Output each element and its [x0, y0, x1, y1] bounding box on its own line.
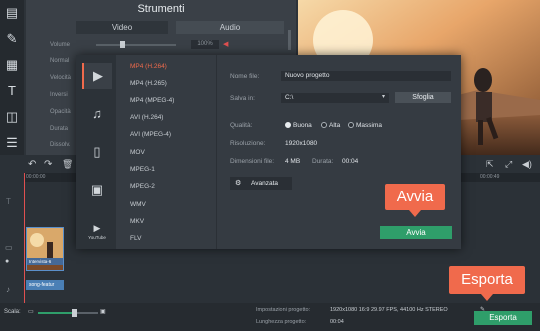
ruler-start-time: 00:00:00	[26, 174, 46, 180]
advanced-button[interactable]: ⚙ Avanzata	[230, 177, 292, 190]
zoom-in-icon[interactable]: ▣	[100, 308, 106, 315]
scale-label: Scala:	[4, 309, 21, 315]
format-item[interactable]: AVI (MPEG-4)	[130, 131, 171, 138]
tab-audio[interactable]: Audio	[176, 21, 284, 34]
scale-slider-thumb[interactable]	[72, 309, 77, 317]
export-settings: Nome file: Nuovo progetto Salva in: C:\ …	[216, 55, 461, 249]
track-text-icon: T	[6, 197, 11, 206]
track-visibility-icon[interactable]: ●	[5, 258, 9, 265]
format-list: MP4 (H.264) MP4 (H.265) MP4 (MPEG-4) AVI…	[120, 55, 208, 249]
resolution-label: Risoluzione:	[230, 140, 266, 147]
export-button[interactable]: Esporta	[474, 311, 532, 325]
chevron-down-icon[interactable]: ▾	[382, 93, 385, 100]
scale-slider-fill	[38, 312, 74, 314]
quality-radio-high[interactable]	[321, 122, 327, 128]
clip-label: Intervista-6	[27, 258, 63, 265]
volume-slider-thumb[interactable]	[120, 41, 125, 48]
import-icon[interactable]: ▤	[3, 4, 21, 22]
file-name-field[interactable]: Nuovo progetto	[281, 71, 451, 81]
tools-title: Strumenti	[137, 3, 185, 15]
format-item[interactable]: MPEG-2	[130, 183, 155, 190]
zoom-out-icon[interactable]: ▭	[28, 308, 34, 315]
playhead[interactable]	[24, 173, 25, 303]
quality-option-max: Massima	[356, 122, 383, 129]
titles-icon[interactable]: T	[3, 82, 21, 100]
transitions-icon[interactable]: ◫	[3, 108, 21, 126]
format-item[interactable]: MP4 (MPEG-4)	[130, 97, 174, 104]
video-editor-window: ▤ ✎ ▦ T ◫ ☰ Strumenti Video Audio Volume…	[0, 0, 540, 331]
redo-icon[interactable]: ↷	[44, 159, 52, 170]
volume-percent[interactable]: 100%	[191, 40, 219, 49]
youtube-label: YouTube	[88, 235, 106, 240]
volume-icon[interactable]: ◀)	[522, 159, 532, 170]
audio-file-icon[interactable]: ♫	[82, 101, 112, 127]
track-video-icon: ▭	[5, 243, 13, 252]
project-settings-value: 1920x1080 16:9 29.97 FPS, 44100 Hz STERE…	[330, 307, 448, 313]
format-item[interactable]: FLV	[130, 235, 141, 242]
project-length-value: 00:04	[330, 319, 344, 325]
volume-label: Volume	[50, 42, 71, 48]
fullscreen-icon[interactable]: ⤢	[505, 159, 512, 170]
file-size-value: 4 MB	[285, 158, 301, 165]
volume-slider[interactable]	[96, 44, 176, 46]
resolution-value: 1920x1080	[285, 140, 318, 147]
quality-radio-good[interactable]	[285, 122, 291, 128]
format-item[interactable]: MKV	[130, 218, 144, 225]
ruler-end-time: 00:00:49	[480, 174, 500, 180]
left-toolbar: ▤ ✎ ▦ T ◫ ☰	[0, 0, 24, 160]
advanced-label: Avanzata	[251, 180, 278, 187]
quality-radio-max[interactable]	[348, 122, 354, 128]
tab-video[interactable]: Video	[76, 21, 168, 34]
more-tools-icon[interactable]: ☰	[3, 134, 21, 152]
opacity-label: Opacità	[50, 109, 71, 115]
devices-icon[interactable]: ▯	[82, 139, 112, 165]
save-in-label: Salva in:	[230, 95, 255, 102]
project-length-label: Lunghezza progetto:	[256, 319, 307, 325]
panel-scrollbar[interactable]	[288, 30, 291, 50]
format-item[interactable]: MPEG-1	[130, 166, 155, 173]
export-dialog: ▶ ♫ ▯ ▣ ▶ YouTube MP4 (H.264) MP4 (H.265…	[76, 55, 461, 249]
quality-label: Qualità:	[230, 122, 253, 129]
popout-icon[interactable]: ⇱	[486, 159, 494, 170]
gear-icon: ⚙	[235, 180, 242, 187]
browse-button[interactable]: Sfoglia	[395, 92, 451, 103]
duration-label: Durata	[50, 126, 69, 132]
format-category-bar: ▶ ♫ ▯ ▣ ▶ YouTube	[76, 55, 116, 249]
filmstrip-icon[interactable]: ▦	[3, 56, 21, 74]
track-audio-icon: ♪	[6, 285, 10, 294]
magic-wand-icon[interactable]: ✎	[3, 30, 21, 48]
speaker-icon[interactable]: ◀	[223, 40, 228, 48]
start-button[interactable]: Avvia	[380, 226, 452, 239]
speed-label: Velocità	[50, 75, 72, 81]
format-item[interactable]: MP4 (H.264)	[130, 63, 167, 70]
save-in-field[interactable]: C:\	[281, 93, 389, 103]
file-name-label: Nome file:	[230, 73, 260, 80]
duration-label: Durata:	[312, 158, 334, 165]
status-bar: Scala: ▭ ▣ Impostazioni progetto: 1920x1…	[0, 303, 540, 331]
quality-option-good: Buona	[293, 122, 312, 129]
dissolve-label: Dissolv.	[50, 142, 71, 148]
format-item[interactable]: AVI (H.264)	[130, 114, 163, 121]
file-size-label: Dimensioni file:	[230, 158, 275, 165]
normal-label: Normal	[50, 58, 70, 64]
export-callout: Esporta	[449, 266, 525, 301]
reverse-label: Inversi	[50, 92, 68, 98]
video-clip[interactable]: Intervista-6	[26, 227, 64, 271]
format-item[interactable]: MP4 (H.265)	[130, 80, 167, 87]
project-settings-label: Impostazioni progetto:	[256, 307, 311, 313]
tv-icon[interactable]: ▣	[82, 177, 112, 203]
undo-icon[interactable]: ↶	[28, 159, 36, 170]
video-file-icon[interactable]: ▶	[82, 63, 112, 89]
format-item[interactable]: WMV	[130, 201, 146, 208]
audio-clip[interactable]: song-featur	[26, 280, 64, 290]
duration-value: 00:04	[342, 158, 359, 165]
quality-option-high: Alta	[329, 122, 341, 129]
format-item[interactable]: MOV	[130, 149, 145, 156]
start-callout: Avvia	[385, 184, 445, 217]
delete-icon[interactable]: 🗑	[62, 159, 73, 170]
